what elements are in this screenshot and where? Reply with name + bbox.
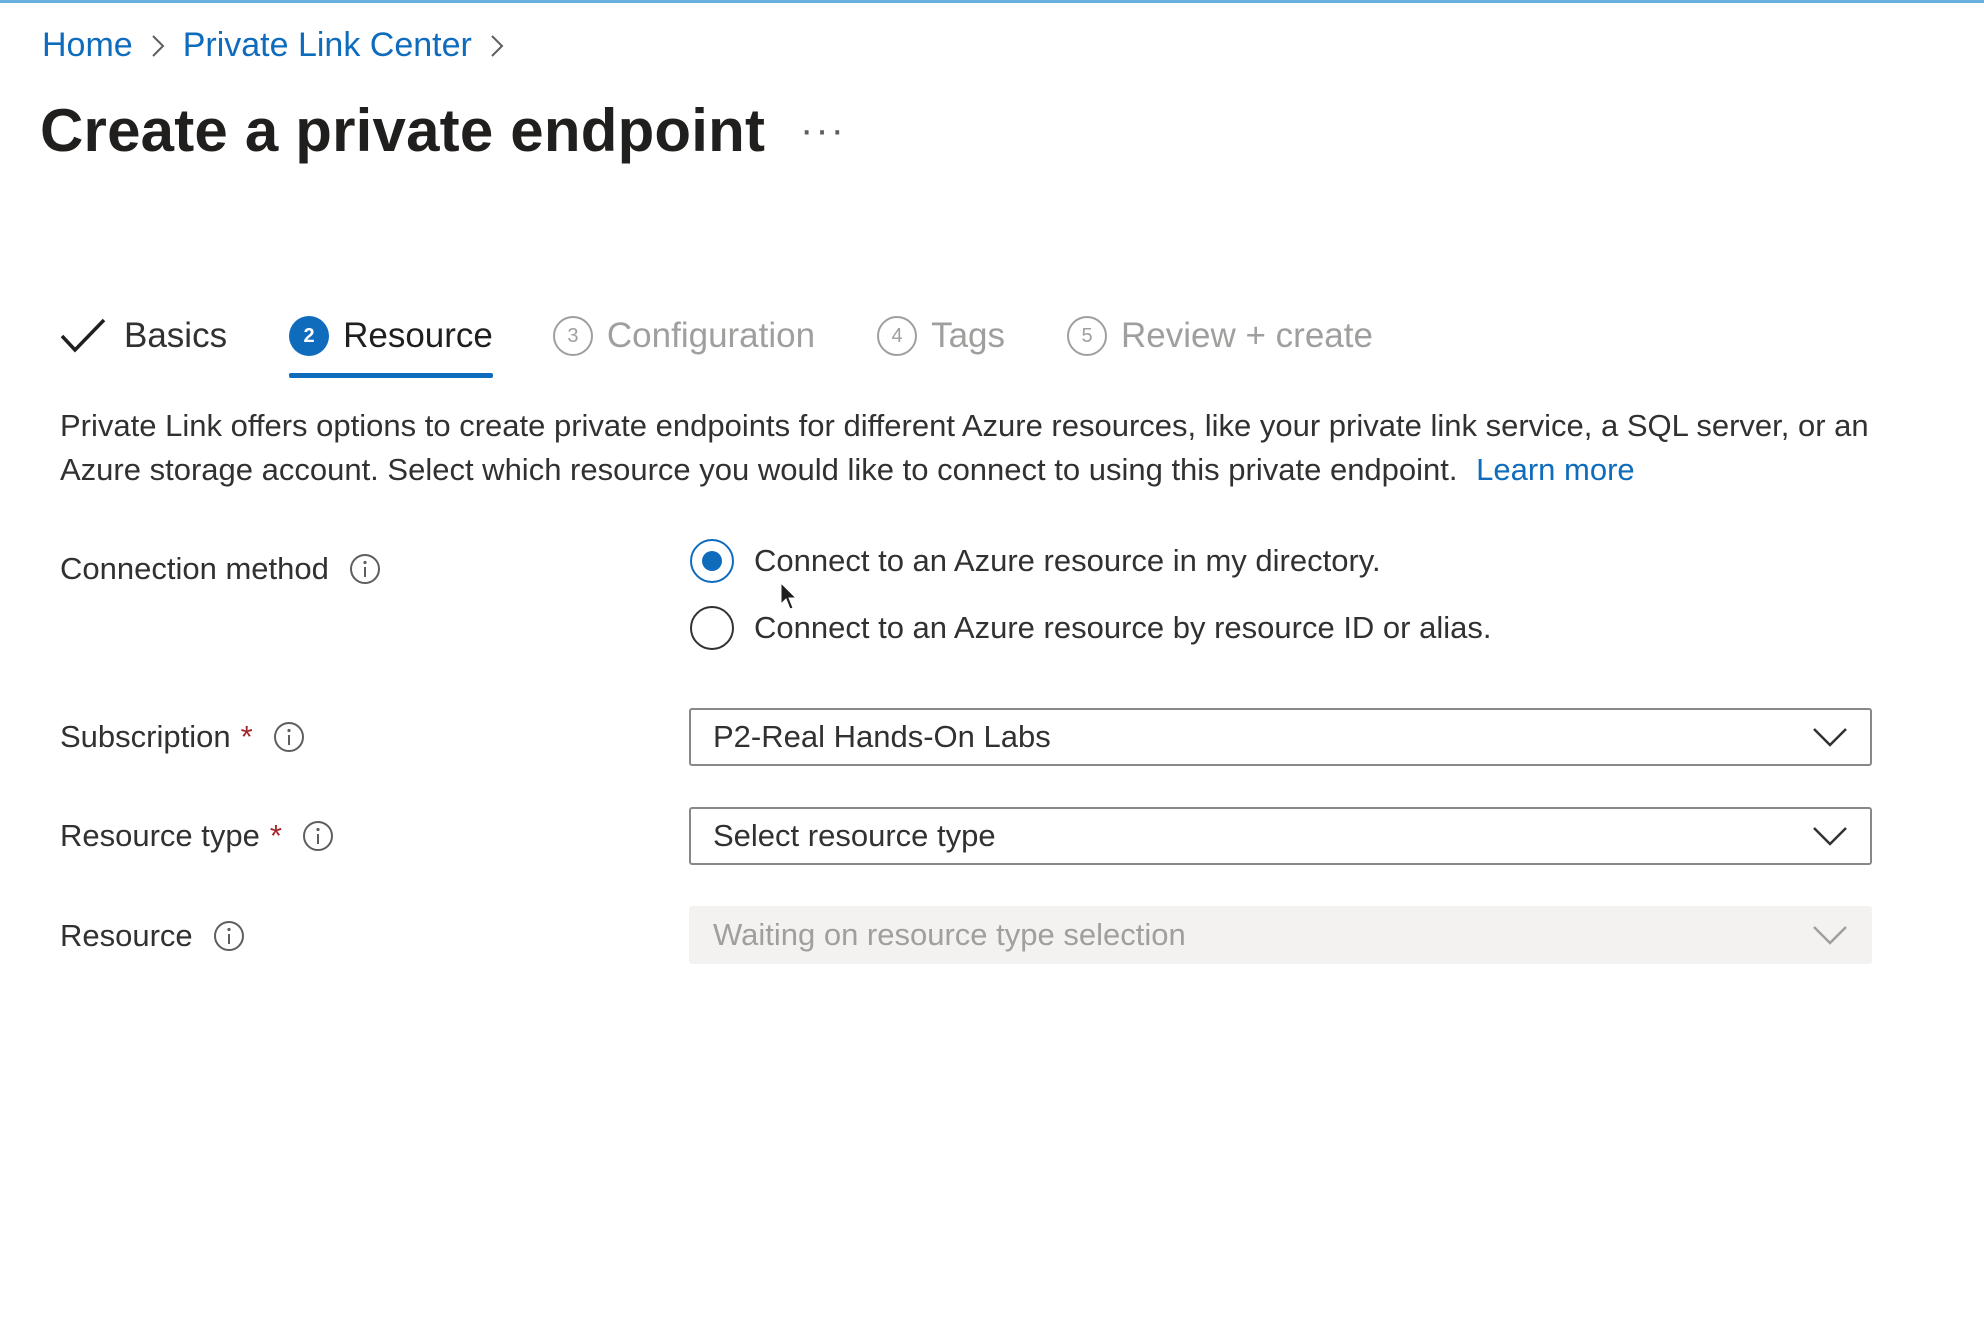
chevron-right-icon: [151, 34, 165, 58]
step-number-badge: 2: [289, 316, 330, 356]
chevron-down-icon: [1812, 719, 1848, 755]
tab-configuration[interactable]: 3 Configuration: [552, 306, 816, 366]
tab-label: Basics: [124, 316, 228, 355]
radio-option-resource-id[interactable]: Connect to an Azure resource by resource…: [690, 606, 1491, 650]
page-title: Create a private endpoint: [40, 97, 766, 164]
field-label: Subscription: [60, 719, 231, 754]
tab-review-create[interactable]: 5 Review + create: [1067, 306, 1373, 366]
top-border: [0, 0, 1984, 3]
checkmark-icon: [60, 318, 106, 354]
tab-label: Review + create: [1121, 316, 1373, 355]
chevron-down-icon: [1812, 917, 1848, 953]
radio-option-my-directory[interactable]: Connect to an Azure resource in my direc…: [690, 539, 1381, 583]
breadcrumb-home-link[interactable]: Home: [42, 26, 133, 65]
tab-label: Resource: [343, 316, 493, 355]
radio-button-checked[interactable]: [690, 539, 734, 583]
field-label: Resource: [60, 918, 193, 953]
breadcrumb-private-link-center-link[interactable]: Private Link Center: [183, 26, 472, 65]
more-options-button[interactable]: ···: [800, 108, 846, 153]
required-asterisk: *: [240, 719, 253, 754]
info-icon[interactable]: [349, 553, 381, 585]
info-icon[interactable]: [273, 721, 305, 753]
field-label: Resource type: [60, 818, 260, 853]
resource-type-dropdown[interactable]: Select resource type: [689, 807, 1872, 865]
learn-more-link[interactable]: Learn more: [1476, 452, 1635, 487]
required-asterisk: *: [269, 818, 282, 853]
resource-dropdown: Waiting on resource type selection: [689, 906, 1872, 964]
subscription-label: Subscription *: [60, 719, 305, 755]
radio-label: Connect to an Azure resource in my direc…: [754, 543, 1381, 578]
tab-tags[interactable]: 4 Tags: [877, 306, 1005, 366]
field-label: Connection method: [60, 551, 329, 586]
tab-basics[interactable]: Basics: [60, 306, 227, 366]
wizard-tabs: Basics 2 Resource 3 Configuration 4 Tags…: [60, 300, 1435, 378]
resource-label: Resource: [60, 918, 245, 954]
step-number-badge: 4: [877, 316, 918, 356]
connection-method-label: Connection method: [60, 551, 381, 587]
info-icon[interactable]: [302, 820, 334, 852]
chevron-down-icon: [1812, 818, 1848, 854]
tab-label: Configuration: [606, 316, 816, 355]
dropdown-placeholder: Waiting on resource type selection: [713, 917, 1186, 952]
dropdown-placeholder: Select resource type: [713, 818, 996, 853]
mouse-pointer-icon: [780, 581, 800, 617]
radio-button[interactable]: [690, 606, 734, 650]
info-icon[interactable]: [213, 920, 245, 952]
breadcrumb: Home Private Link Center: [42, 26, 522, 65]
resource-type-label: Resource type *: [60, 818, 334, 854]
tab-resource[interactable]: 2 Resource: [289, 306, 493, 378]
step-number-badge: 5: [1067, 316, 1108, 356]
subscription-dropdown[interactable]: P2-Real Hands-On Labs: [689, 708, 1872, 766]
dropdown-value: P2-Real Hands-On Labs: [713, 719, 1051, 754]
tab-label: Tags: [931, 316, 1006, 355]
radio-label: Connect to an Azure resource by resource…: [754, 610, 1492, 645]
section-description: Private Link offers options to create pr…: [60, 404, 1880, 492]
step-number-badge: 3: [552, 316, 593, 356]
chevron-right-icon: [490, 34, 504, 58]
